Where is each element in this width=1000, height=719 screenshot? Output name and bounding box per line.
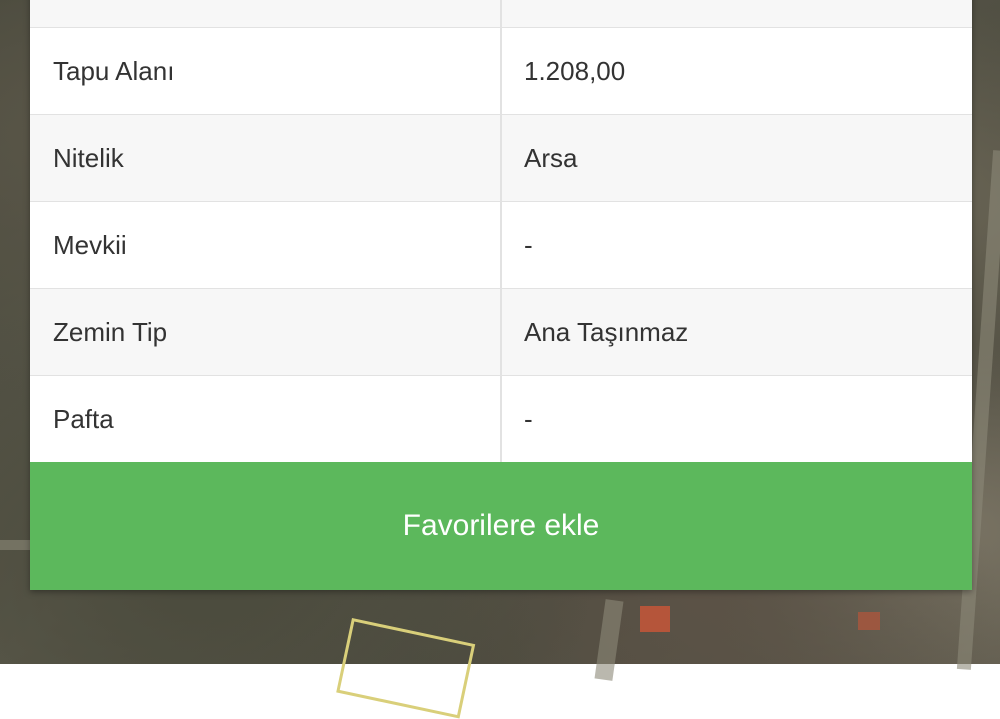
table-row: Nitelik Arsa (30, 114, 972, 201)
row-label: Mevkii (30, 202, 502, 288)
parcel-outline[interactable] (336, 618, 476, 719)
row-value: Ana Taşınmaz (524, 316, 689, 347)
row-label: Zemin Tip (30, 289, 502, 375)
table-row: Mevkii - (30, 201, 972, 288)
parcel-info-card: Tapu Alanı 1.208,00 Nitelik Arsa Mevkii … (30, 0, 972, 590)
table-row: Pafta - (30, 375, 972, 462)
row-value (502, 0, 972, 27)
map-road (0, 540, 30, 550)
building-roof (640, 606, 670, 632)
map-road (594, 599, 624, 681)
table-row: Tapu Alanı 1.208,00 (30, 27, 972, 114)
row-label: Nitelik (30, 115, 502, 201)
row-value: 1.208,00 (524, 55, 626, 86)
row-value: - (524, 403, 533, 434)
row-label: Pafta (30, 376, 502, 462)
table-row: Zemin Tip Ana Taşınmaz (30, 288, 972, 375)
row-value: - (524, 229, 533, 260)
row-label (30, 0, 502, 27)
building-roof (858, 612, 880, 630)
add-to-favorites-button[interactable]: Favorilere ekle (30, 462, 972, 590)
row-label: Tapu Alanı (30, 28, 502, 114)
table-row (30, 0, 972, 27)
row-value: Arsa (524, 142, 578, 173)
